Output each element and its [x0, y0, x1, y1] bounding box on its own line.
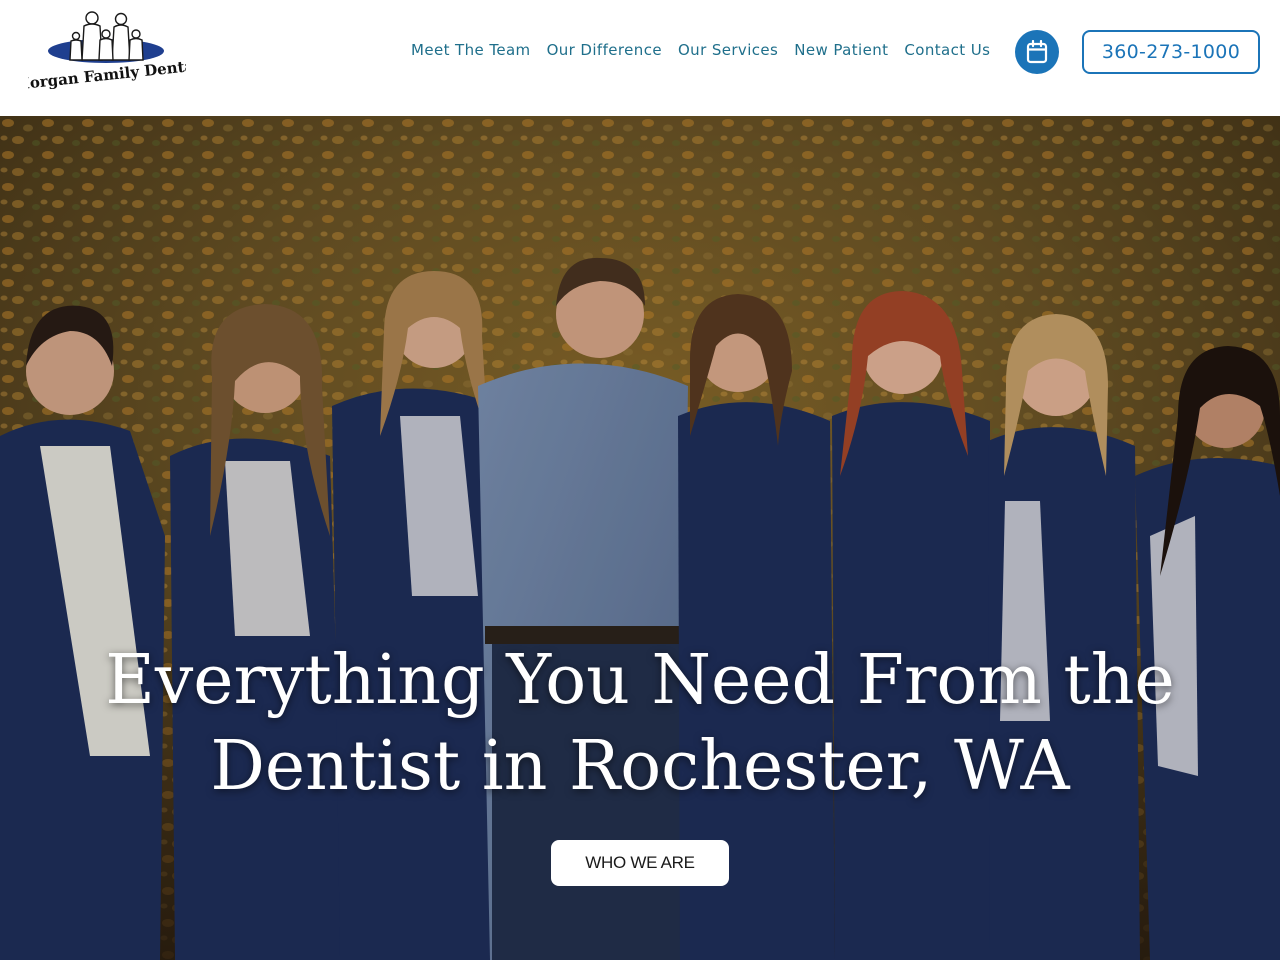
nav-contact-us[interactable]: Contact Us: [904, 39, 990, 61]
logo-link[interactable]: Morgan Family Dental: [28, 4, 186, 98]
who-we-are-button[interactable]: WHO WE ARE: [551, 840, 729, 886]
nav-new-patient[interactable]: New Patient: [794, 39, 888, 61]
nav-our-services[interactable]: Our Services: [678, 39, 778, 61]
calendar-button[interactable]: [1015, 30, 1059, 74]
hero-section: Everything You Need From the Dentist in …: [0, 116, 1280, 960]
site-header: Morgan Family Dental Meet The Team Our D…: [0, 0, 1280, 116]
nav-meet-the-team[interactable]: Meet The Team: [411, 39, 531, 61]
hero-title: Everything You Need From the Dentist in …: [0, 638, 1280, 810]
hero-title-line-1: Everything You Need From the: [105, 641, 1175, 720]
nav-our-difference[interactable]: Our Difference: [547, 39, 662, 61]
team-photo: [0, 116, 1280, 960]
hero-title-line-2: Dentist in Rochester, WA: [210, 727, 1070, 806]
calendar-icon: [1026, 40, 1048, 64]
morgan-family-dental-logo: Morgan Family Dental: [28, 11, 186, 94]
phone-button[interactable]: 360-273-1000: [1082, 30, 1260, 74]
main-nav: Meet The Team Our Difference Our Service…: [411, 39, 990, 61]
